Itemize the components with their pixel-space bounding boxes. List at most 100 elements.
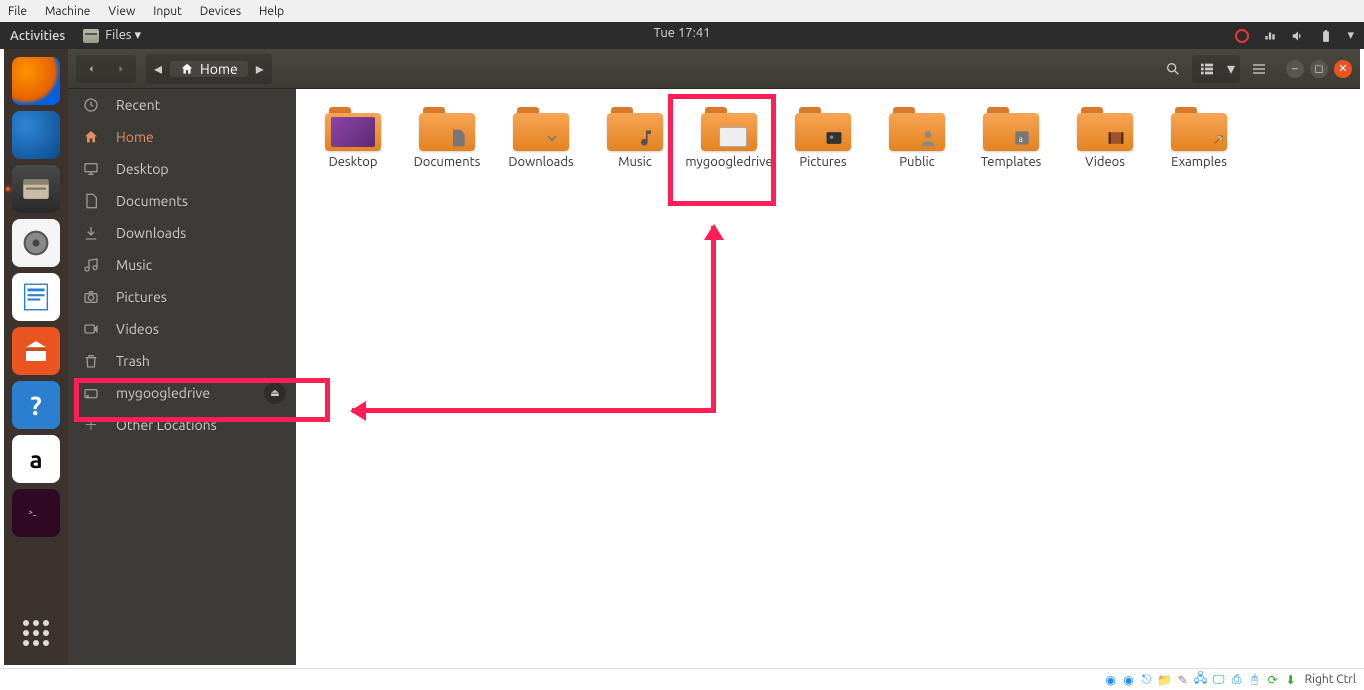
folder-downloads[interactable]: Downloads	[494, 103, 588, 193]
annotation-arrow-vertical	[711, 226, 716, 413]
pathbar-home[interactable]: Home	[170, 61, 248, 77]
sidebar-label: Downloads	[116, 225, 186, 241]
folder-public[interactable]: Public	[870, 103, 964, 193]
sidebar-item-home[interactable]: Home	[68, 121, 296, 153]
search-button[interactable]	[1158, 55, 1188, 83]
launcher-files[interactable]	[12, 165, 60, 213]
vbox-clip-icon: ⟳	[1265, 672, 1281, 688]
pathbar-home-label: Home	[200, 61, 238, 77]
app-menu[interactable]: Files ▾	[83, 28, 141, 43]
sidebar-label: Other Locations	[116, 417, 217, 433]
clock-icon	[82, 97, 100, 113]
folder-templates[interactable]: a Templates	[964, 103, 1058, 193]
vbox-hostkey-label: Right Ctrl	[1305, 673, 1356, 686]
vbox-menu-input[interactable]: Input	[153, 5, 182, 18]
system-tray[interactable]: ▾	[1235, 28, 1354, 43]
network-icon	[1263, 29, 1277, 43]
sidebar-label: Trash	[116, 353, 150, 369]
sidebar-label: Music	[116, 257, 152, 273]
vbox-display-icon: 🖵	[1211, 672, 1227, 688]
launcher-software[interactable]	[12, 327, 60, 375]
view-list-button[interactable]	[1192, 55, 1222, 83]
nav-forward-button[interactable]	[106, 55, 136, 83]
launcher-help[interactable]: ?	[12, 381, 60, 429]
eject-button[interactable]: ⏏	[264, 382, 286, 404]
vbox-menu-help[interactable]: Help	[259, 5, 284, 18]
folder-label: Templates	[981, 155, 1042, 170]
vbox-rec-icon: ⎙	[1229, 672, 1245, 688]
vbox-menu-file[interactable]: File	[8, 5, 27, 18]
sidebar-item-desktop[interactable]: Desktop	[68, 153, 296, 185]
desktop-icon	[82, 161, 100, 177]
video-icon	[82, 321, 100, 337]
clock[interactable]: Tue 17:41	[654, 26, 711, 40]
folder-label: Pictures	[799, 155, 846, 170]
trash-icon	[82, 353, 100, 369]
activities-button[interactable]: Activities	[10, 29, 65, 43]
sidebar-label: Home	[116, 129, 154, 145]
folder-label: Documents	[414, 155, 481, 170]
sidebar-item-music[interactable]: Music	[68, 249, 296, 281]
launcher-rhythmbox[interactable]	[12, 219, 60, 267]
folder-documents[interactable]: Documents	[400, 103, 494, 193]
folder-examples[interactable]: Examples	[1152, 103, 1246, 193]
window-maximize-button[interactable]: ◻	[1310, 60, 1328, 78]
sidebar-item-downloads[interactable]: Downloads	[68, 217, 296, 249]
vbox-key-icon: ⬇	[1283, 672, 1299, 688]
nav-back-button[interactable]	[76, 55, 106, 83]
launcher-amazon[interactable]: a	[12, 435, 60, 483]
sidebar-item-documents[interactable]: Documents	[68, 185, 296, 217]
icon-view[interactable]: Desktop Documents Downloads Music mygoog…	[296, 89, 1360, 665]
folder-label: Examples	[1171, 155, 1227, 170]
pathbar: ◂ Home ▸	[146, 54, 272, 84]
launcher-terminal[interactable]: >_	[12, 489, 60, 537]
vbox-menu-view[interactable]: View	[108, 5, 135, 18]
folder-mygoogledrive[interactable]: mygoogledrive	[682, 103, 776, 193]
folder-label: Videos	[1085, 155, 1125, 170]
svg-text:a: a	[1019, 134, 1023, 144]
vbox-menu-bar: File Machine View Input Devices Help	[0, 0, 1364, 22]
vbox-net-icon: 🖧	[1193, 672, 1209, 688]
vbox-mouse-icon: 🖰	[1247, 672, 1263, 688]
folder-videos[interactable]: Videos	[1058, 103, 1152, 193]
launcher-firefox[interactable]	[12, 57, 60, 105]
vbox-optical-icon: ◉	[1121, 672, 1137, 688]
sidebar-item-mygoogledrive[interactable]: mygoogledrive ⏏	[68, 377, 296, 409]
sidebar-item-other-locations[interactable]: ＋ Other Locations	[68, 409, 296, 441]
launcher-writer[interactable]	[12, 273, 60, 321]
files-headerbar: ◂ Home ▸ ▾ – ◻ ✕	[68, 49, 1360, 89]
vbox-usb-icon: ⎋	[1139, 672, 1155, 688]
window-close-button[interactable]: ✕	[1334, 60, 1352, 78]
vbox-menu-devices[interactable]: Devices	[200, 5, 241, 18]
gnome-topbar: Activities Files ▾ Tue 17:41 ▾	[0, 22, 1364, 49]
folder-label: Public	[899, 155, 934, 170]
sidebar-item-pictures[interactable]: Pictures	[68, 281, 296, 313]
vbox-menu-machine[interactable]: Machine	[45, 5, 90, 18]
folder-desktop[interactable]: Desktop	[306, 103, 400, 193]
hamburger-menu-button[interactable]	[1244, 55, 1274, 83]
folder-label: Desktop	[329, 155, 378, 170]
sidebar-item-videos[interactable]: Videos	[68, 313, 296, 345]
chevron-down-icon: ▾	[1347, 28, 1354, 43]
window-minimize-button[interactable]: –	[1286, 60, 1304, 78]
pathbar-forward-icon[interactable]: ▸	[248, 55, 272, 83]
drive-icon	[82, 385, 100, 401]
launcher-thunderbird[interactable]	[12, 111, 60, 159]
folder-music[interactable]: Music	[588, 103, 682, 193]
sidebar-item-recent[interactable]: Recent	[68, 89, 296, 121]
download-icon	[82, 225, 100, 241]
launcher-dock: ? a >_	[4, 49, 68, 665]
svg-text:>_: >_	[29, 508, 37, 516]
sidebar-label: Documents	[116, 193, 188, 209]
vbox-audio-icon: ✎	[1175, 672, 1191, 688]
hamburger-icon	[1251, 61, 1267, 77]
pathbar-back-icon[interactable]: ◂	[146, 55, 170, 83]
folder-pictures[interactable]: Pictures	[776, 103, 870, 193]
launcher-show-apps[interactable]	[12, 609, 60, 657]
sidebar-item-trash[interactable]: Trash	[68, 345, 296, 377]
app-menu-label: Files ▾	[105, 28, 141, 43]
sidebar-label: Desktop	[116, 161, 169, 177]
view-dropdown-button[interactable]: ▾	[1222, 55, 1240, 83]
camera-icon	[82, 289, 100, 305]
annotation-join-h	[657, 408, 716, 413]
